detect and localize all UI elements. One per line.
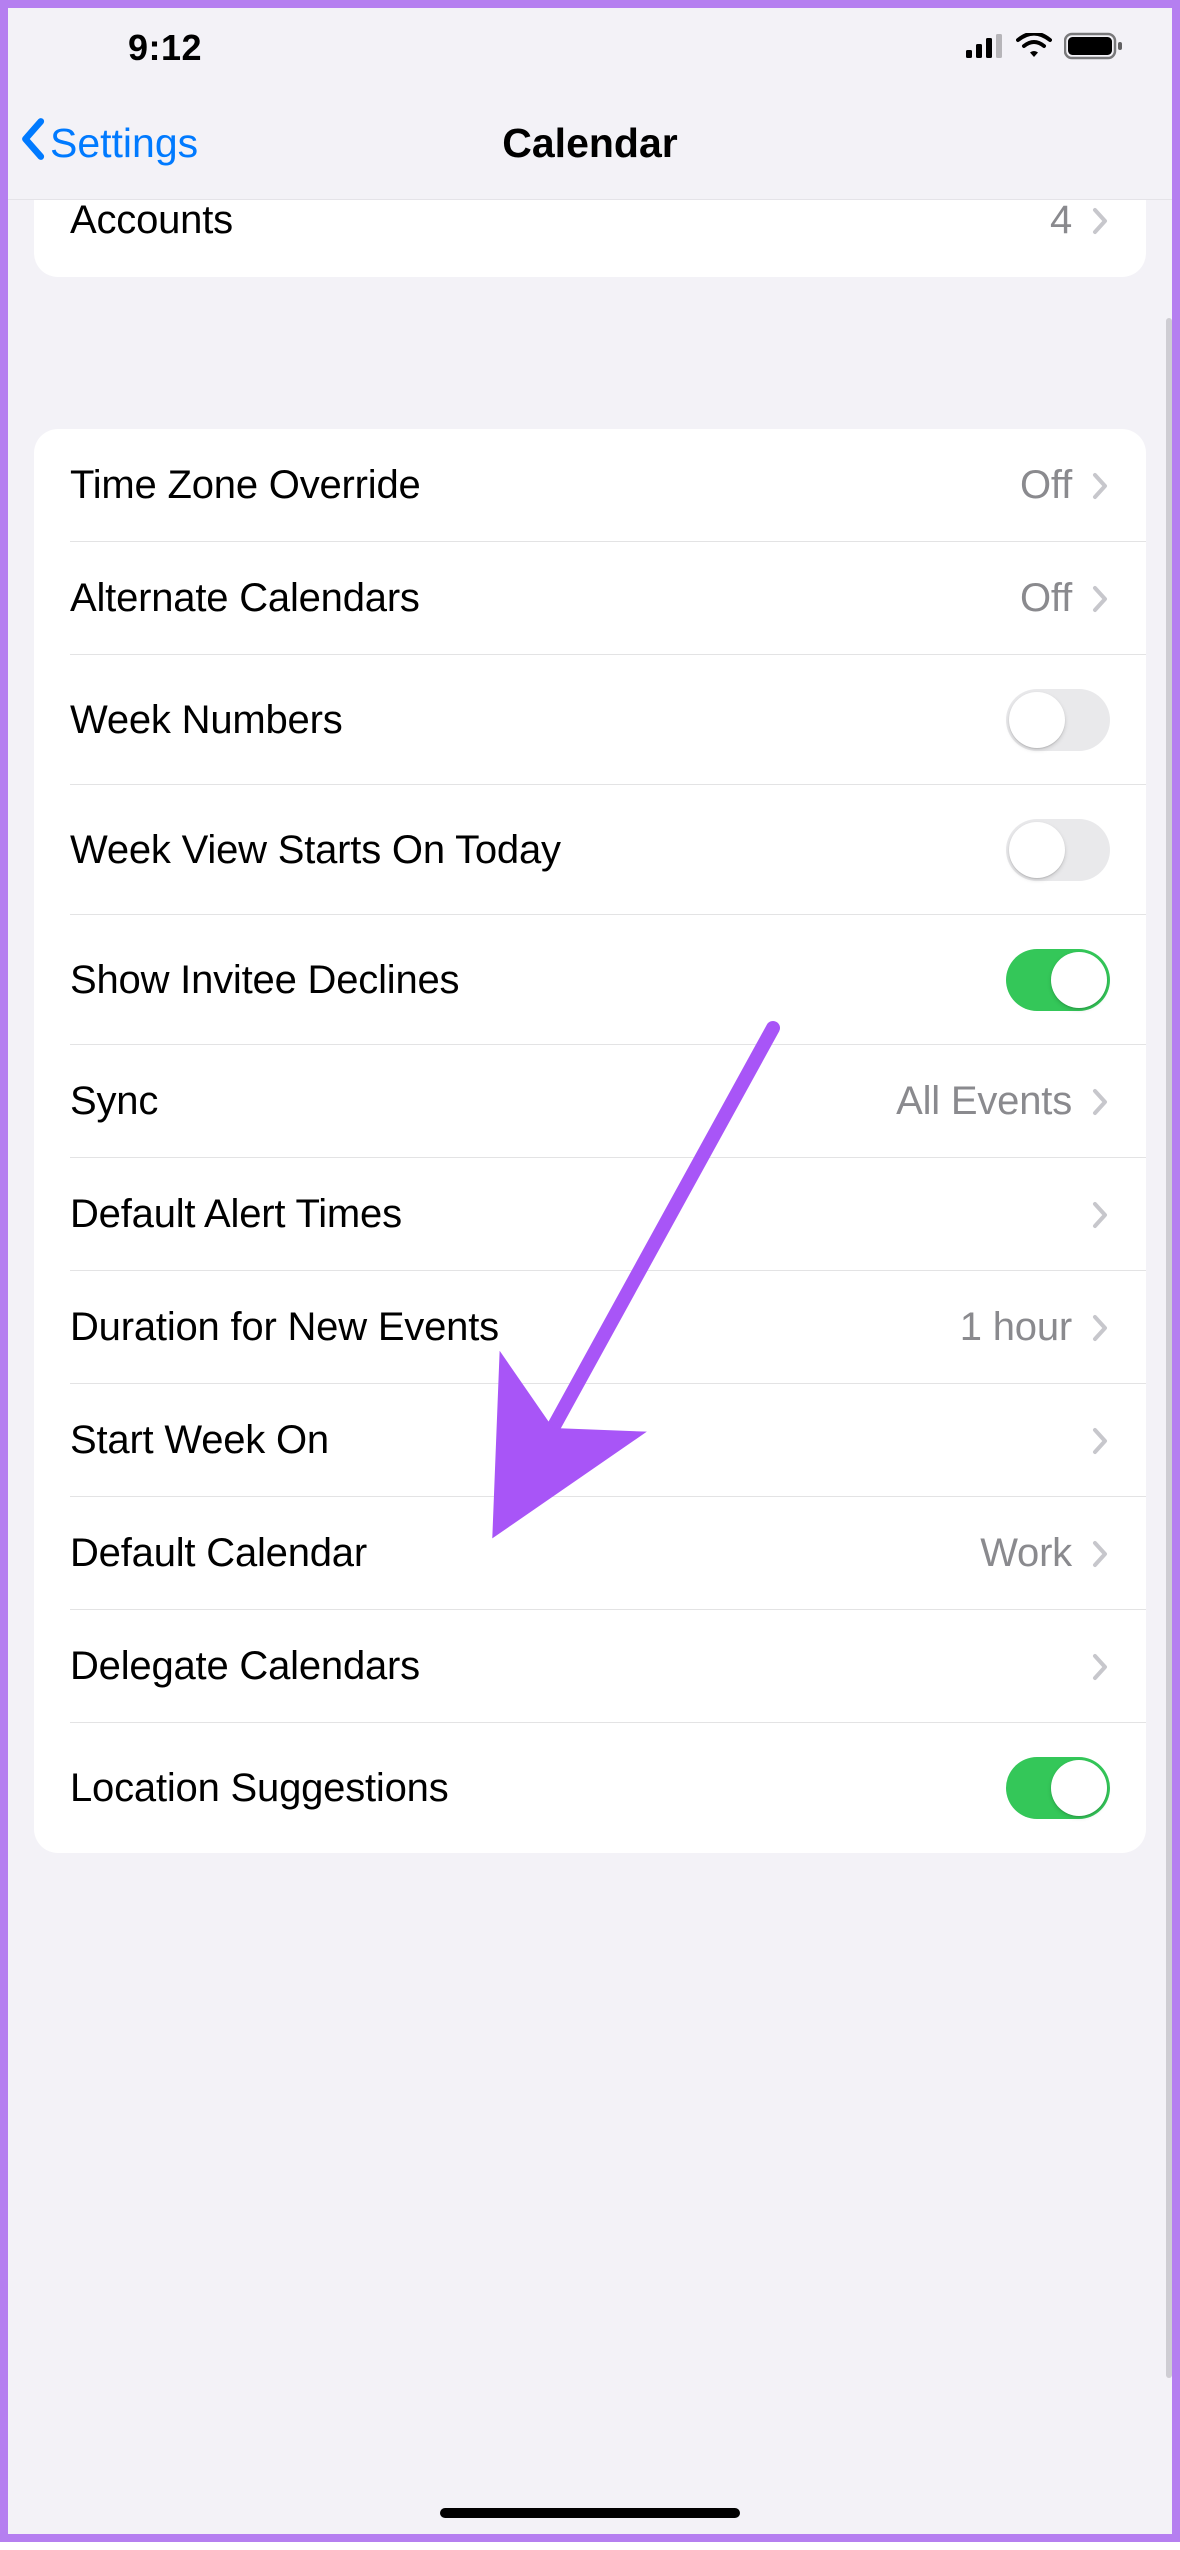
chevron-right-icon bbox=[1090, 1200, 1110, 1230]
row-week-numbers: Week Numbers bbox=[34, 655, 1146, 785]
phone-screen-frame: 9:12 bbox=[0, 0, 1180, 2542]
chevron-right-icon bbox=[1090, 206, 1110, 236]
row-label: Start Week On bbox=[70, 1418, 1090, 1463]
row-default-calendar[interactable]: Default Calendar Work bbox=[34, 1497, 1146, 1610]
status-time: 9:12 bbox=[128, 27, 202, 69]
chevron-left-icon bbox=[18, 117, 46, 171]
section-accounts: Accounts 4 bbox=[34, 200, 1146, 277]
row-label: Week Numbers bbox=[70, 698, 1006, 743]
row-label: Location Suggestions bbox=[70, 1766, 1006, 1811]
row-default-alert-times[interactable]: Default Alert Times bbox=[34, 1158, 1146, 1271]
toggle-week-view-starts-today[interactable] bbox=[1006, 819, 1110, 881]
row-value: Off bbox=[1020, 576, 1072, 621]
row-delegate-calendars[interactable]: Delegate Calendars bbox=[34, 1610, 1146, 1723]
row-show-invitee-declines: Show Invitee Declines bbox=[34, 915, 1146, 1045]
home-indicator[interactable] bbox=[440, 2508, 740, 2518]
row-week-view-starts-today: Week View Starts On Today bbox=[34, 785, 1146, 915]
back-label: Settings bbox=[50, 120, 198, 167]
scroll-indicator bbox=[1166, 318, 1172, 2378]
cellular-signal-icon bbox=[966, 34, 1004, 63]
row-label: Time Zone Override bbox=[70, 463, 1020, 508]
page-title: Calendar bbox=[502, 120, 677, 167]
toggle-week-numbers[interactable] bbox=[1006, 689, 1110, 751]
row-sync[interactable]: Sync All Events bbox=[34, 1045, 1146, 1158]
row-value: Off bbox=[1020, 463, 1072, 508]
row-time-zone-override[interactable]: Time Zone Override Off bbox=[34, 429, 1146, 542]
toggle-location-suggestions[interactable] bbox=[1006, 1757, 1110, 1819]
row-label: Alternate Calendars bbox=[70, 576, 1020, 621]
row-label: Duration for New Events bbox=[70, 1305, 960, 1350]
row-alternate-calendars[interactable]: Alternate Calendars Off bbox=[34, 542, 1146, 655]
row-value: 4 bbox=[1050, 200, 1072, 243]
row-label: Accounts bbox=[70, 200, 1050, 243]
chevron-right-icon bbox=[1090, 584, 1110, 614]
chevron-right-icon bbox=[1090, 1313, 1110, 1343]
row-duration-for-new-events[interactable]: Duration for New Events 1 hour bbox=[34, 1271, 1146, 1384]
battery-icon bbox=[1064, 32, 1124, 65]
section-main: Time Zone Override Off Alternate Calenda… bbox=[34, 429, 1146, 1853]
row-label: Show Invitee Declines bbox=[70, 958, 1006, 1003]
toggle-show-invitee-declines[interactable] bbox=[1006, 949, 1110, 1011]
row-label: Delegate Calendars bbox=[70, 1644, 1090, 1689]
settings-scroll-area[interactable]: Accounts 4 Time Zone Override Off Altern… bbox=[8, 200, 1172, 2534]
status-icons bbox=[966, 32, 1124, 65]
section-gap bbox=[34, 333, 1146, 429]
status-bar: 9:12 bbox=[8, 8, 1172, 88]
chevron-right-icon bbox=[1090, 1426, 1110, 1456]
row-value: All Events bbox=[896, 1079, 1072, 1124]
navigation-bar: Settings Calendar bbox=[8, 88, 1172, 200]
row-label: Default Alert Times bbox=[70, 1192, 1090, 1237]
chevron-right-icon bbox=[1090, 1652, 1110, 1682]
chevron-right-icon bbox=[1090, 1087, 1110, 1117]
row-location-suggestions: Location Suggestions bbox=[34, 1723, 1146, 1853]
row-accounts[interactable]: Accounts 4 bbox=[34, 200, 1146, 277]
row-label: Sync bbox=[70, 1079, 896, 1124]
row-label: Week View Starts On Today bbox=[70, 828, 1006, 873]
back-button[interactable]: Settings bbox=[18, 117, 198, 171]
row-value: 1 hour bbox=[960, 1305, 1072, 1350]
wifi-icon bbox=[1016, 33, 1052, 64]
chevron-right-icon bbox=[1090, 471, 1110, 501]
row-value: Work bbox=[980, 1531, 1072, 1576]
row-label: Default Calendar bbox=[70, 1531, 980, 1576]
chevron-right-icon bbox=[1090, 1539, 1110, 1569]
row-start-week-on[interactable]: Start Week On bbox=[34, 1384, 1146, 1497]
